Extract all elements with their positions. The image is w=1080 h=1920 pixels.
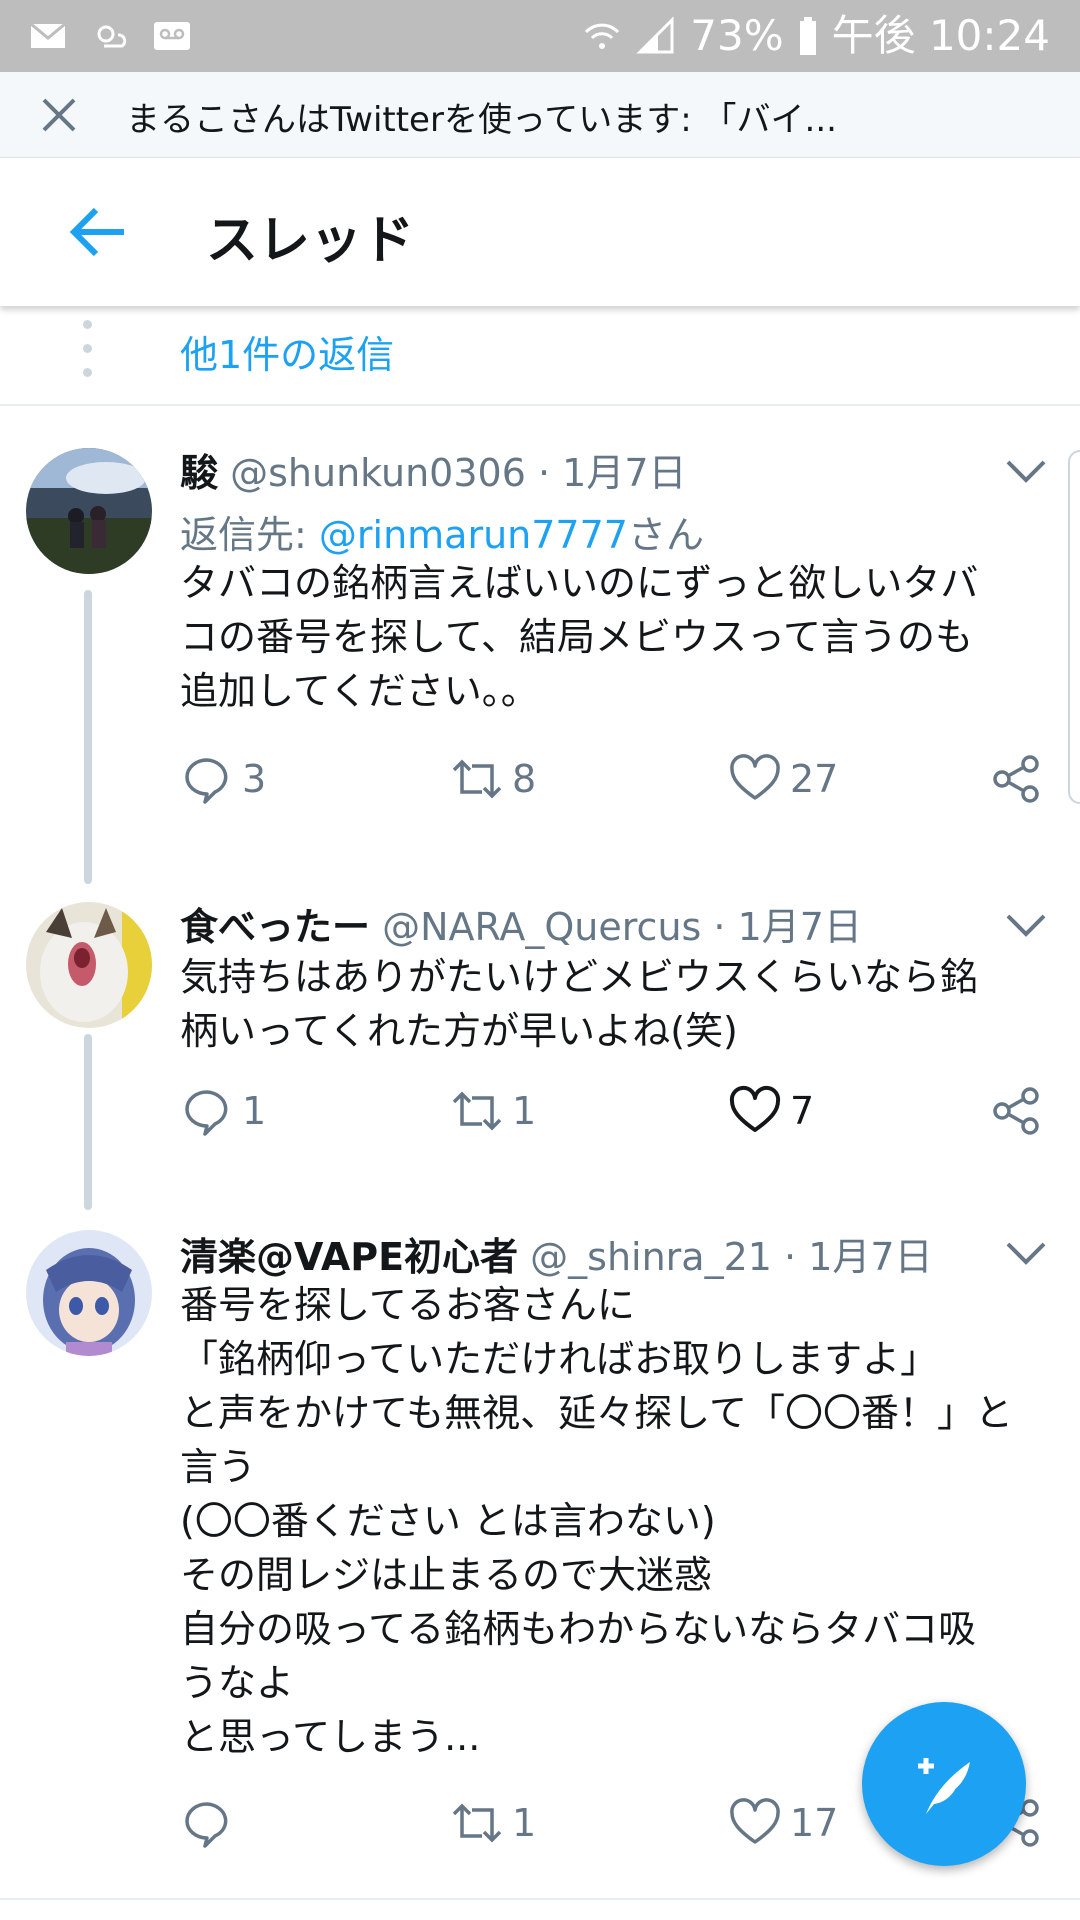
tweet-date[interactable]: 1月7日 (738, 905, 862, 949)
reply-icon (185, 1090, 228, 1136)
signal-icon (636, 16, 674, 54)
thread-dots (82, 320, 94, 380)
share-button[interactable] (990, 752, 1044, 806)
retweet-count: 1 (512, 1801, 537, 1845)
status-left-icons (28, 16, 192, 56)
user-name[interactable]: 駿 (180, 451, 218, 495)
reply-count: 1 (242, 1089, 267, 1133)
thread-header: スレッド (0, 158, 1080, 306)
retweet-icon (452, 759, 502, 799)
share-icon (993, 1087, 1039, 1135)
separator: · (537, 451, 551, 495)
more-replies-row[interactable]: 他1件の返信 (0, 306, 1080, 406)
tweet[interactable]: 駿 @shunkun0306 · 1月7日 返信先: @rinmarun7777… (0, 406, 1080, 846)
like-button[interactable]: 7 (728, 1084, 814, 1138)
compose-button[interactable] (862, 1702, 1026, 1866)
like-button[interactable]: 17 (728, 1796, 838, 1850)
like-icon (729, 1085, 781, 1132)
reply-icon (185, 758, 228, 804)
status-time: 午後 10:24 (831, 11, 1050, 60)
like-count: 17 (790, 1801, 839, 1845)
separator: · (713, 905, 726, 949)
reply-to: 返信先: @rinmarun7777さん (180, 504, 704, 559)
retweet-icon (452, 1803, 502, 1843)
tweet-text: 番号を探してるお客さんに 「銘柄仰っていただければお取りしますよ」 と声をかけて… (180, 1283, 1013, 1759)
chevron-down-icon[interactable] (1004, 1238, 1048, 1268)
like-button[interactable]: 27 (728, 752, 838, 806)
reply-icon (185, 1802, 228, 1848)
retweet-button[interactable]: 1 (450, 1084, 536, 1138)
like-count: 27 (790, 757, 839, 801)
reply-mention[interactable]: @rinmarun7777 (319, 513, 628, 557)
close-icon[interactable] (36, 92, 82, 138)
avatar[interactable] (26, 448, 152, 574)
tab-title: まるこさんはTwitterを使っています: 「バイ... (126, 100, 837, 140)
reply-button[interactable]: 1 (180, 1084, 266, 1138)
divider (0, 1898, 1080, 1900)
status-right: 73% 午後 10:24 (582, 10, 1050, 62)
retweet-button[interactable]: 8 (450, 752, 536, 806)
mail-icon (30, 22, 66, 48)
like-icon (730, 1798, 780, 1844)
retweet-icon (452, 1091, 502, 1131)
share-icon (993, 755, 1039, 803)
back-arrow-icon[interactable] (66, 204, 130, 260)
tweet-text: タバコの銘柄言えばいいのにずっと欲しいタバ コの番号を探して、結局メビウスって言… (180, 561, 979, 713)
avatar[interactable] (26, 902, 152, 1028)
custom-tab-bar: まるこさんはTwitterを使っています: 「バイ... (0, 72, 1080, 158)
voicemail-icon (154, 22, 190, 50)
weather-icon (97, 25, 127, 48)
tweet-actions: 3 8 27 (180, 752, 1060, 812)
user-handle[interactable]: @shunkun0306 (230, 451, 526, 495)
share-button[interactable] (990, 1084, 1044, 1138)
user-name[interactable]: 清楽@VAPE初心者 (180, 1235, 518, 1279)
reply-button[interactable]: 3 (180, 752, 266, 806)
user-name[interactable]: 食べったー (180, 905, 370, 949)
tweet-header: 清楽@VAPE初心者 @_shinra_21 · 1月7日 (180, 1226, 933, 1281)
chevron-down-icon[interactable] (1004, 910, 1048, 940)
reply-button[interactable] (180, 1796, 242, 1850)
battery-percent: 73% (690, 11, 784, 60)
wifi-icon (585, 23, 620, 49)
tweet[interactable]: 食べったー @NARA_Quercus · 1月7日 気持ちはありがたいけどメビ… (0, 860, 1080, 1190)
retweet-count: 8 (512, 757, 537, 801)
tweet-header: 駿 @shunkun0306 · 1月7日 (180, 442, 687, 497)
like-count: 7 (790, 1089, 815, 1133)
tweet-text: 気持ちはありがたいけどメビウスくらいなら銘 柄いってくれた方が早いよね(笑) (180, 955, 979, 1053)
more-replies-link[interactable]: 他1件の返信 (180, 324, 394, 379)
like-icon (730, 754, 780, 800)
tweet-actions: 1 1 7 (180, 1084, 1060, 1144)
page-title: スレッド (206, 211, 415, 271)
compose-icon (918, 1758, 970, 1814)
reply-count: 3 (242, 757, 267, 801)
avatar[interactable] (26, 1230, 152, 1356)
battery-icon (799, 17, 816, 55)
user-handle[interactable]: @_shinra_21 (530, 1235, 772, 1279)
retweet-button[interactable]: 1 (450, 1796, 536, 1850)
chevron-down-icon[interactable] (1004, 456, 1048, 486)
tweet-date[interactable]: 1月7日 (808, 1235, 932, 1279)
tweet-date[interactable]: 1月7日 (562, 451, 686, 495)
status-bar: 73% 午後 10:24 (0, 0, 1080, 72)
reply-to-suffix: さん (627, 513, 704, 557)
separator: · (784, 1235, 797, 1279)
tweet-header: 食べったー @NARA_Quercus · 1月7日 (180, 896, 862, 951)
retweet-count: 1 (512, 1089, 537, 1133)
reply-to-label: 返信先: (180, 513, 319, 557)
user-handle[interactable]: @NARA_Quercus (382, 905, 701, 949)
